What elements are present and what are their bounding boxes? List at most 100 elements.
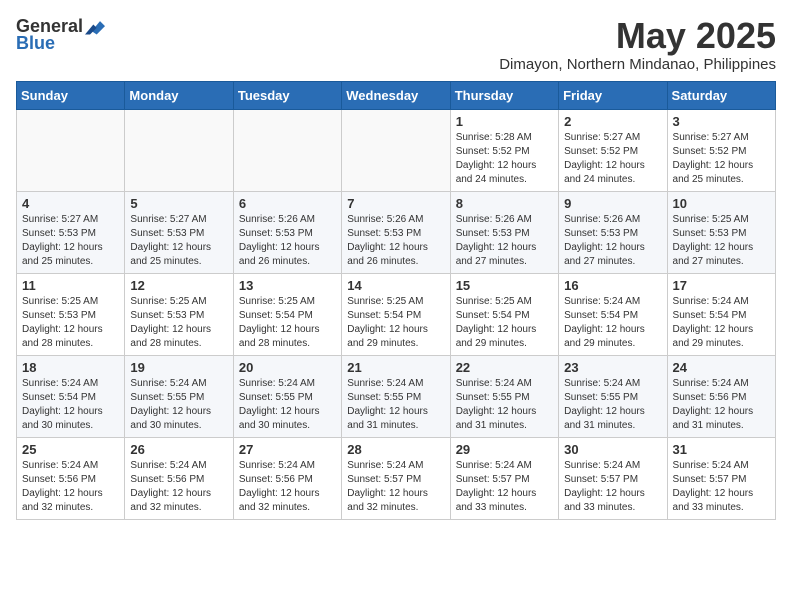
calendar-cell: 31Sunrise: 5:24 AM Sunset: 5:57 PM Dayli… — [667, 437, 775, 519]
day-number: 18 — [22, 360, 119, 375]
calendar-cell: 10Sunrise: 5:25 AM Sunset: 5:53 PM Dayli… — [667, 191, 775, 273]
day-number: 7 — [347, 196, 444, 211]
logo: General Blue — [16, 16, 105, 54]
calendar-week-row: 25 Sunrise: 5:24 AM Sunset: 5:56 PM Dayli… — [17, 437, 776, 519]
day-number: 21 — [347, 360, 444, 375]
calendar-cell — [342, 109, 450, 191]
day-info: Sunrise: 5:25 AM Sunset: 5:54 PM Dayligh… — [456, 295, 553, 351]
day-number: 12 — [130, 278, 227, 293]
calendar-day-header: Monday — [125, 81, 233, 109]
day-info: Sunrise: 5:27 AM Sunset: 5:53 PM Dayligh… — [22, 213, 119, 269]
day-info: Sunrise: 5:25 AM Sunset: 5:54 PM Dayligh… — [239, 295, 336, 351]
day-info: Sunrise: 5:24 AM Sunset: 5:56 PM Dayligh… — [673, 377, 770, 433]
calendar-cell: 16 Sunrise: 5:24 AM Sunset: 5:54 PM Dayli… — [559, 273, 667, 355]
calendar-week-row: 11 Sunrise: 5:25 AM Sunset: 5:53 PM Dayli… — [17, 273, 776, 355]
location-title: Dimayon, Northern Mindanao, Philippines — [499, 56, 776, 73]
day-info: Sunrise: 5:24 AM Sunset: 5:56 PM Dayligh… — [239, 459, 336, 515]
calendar-cell: 19 Sunrise: 5:24 AM Sunset: 5:55 PM Dayli… — [125, 355, 233, 437]
day-info: Sunrise: 5:24 AM Sunset: 5:54 PM Dayligh… — [564, 295, 661, 351]
day-info: Sunrise: 5:24 AM Sunset: 5:55 PM Dayligh… — [130, 377, 227, 433]
day-number: 29 — [456, 442, 553, 457]
calendar-cell — [233, 109, 341, 191]
day-info: Sunrise: 5:24 AM Sunset: 5:55 PM Dayligh… — [239, 377, 336, 433]
day-number: 1 — [456, 114, 553, 129]
day-info: Sunrise: 5:24 AM Sunset: 5:54 PM Dayligh… — [22, 377, 119, 433]
day-info: Sunrise: 5:25 AM Sunset: 5:53 PM Dayligh… — [673, 213, 770, 269]
calendar-cell: 23 Sunrise: 5:24 AM Sunset: 5:55 PM Dayli… — [559, 355, 667, 437]
page-header: General Blue May 2025 Dimayon, Northern … — [16, 16, 776, 73]
day-info: Sunrise: 5:27 AM Sunset: 5:52 PM Dayligh… — [564, 131, 661, 187]
day-info: Sunrise: 5:24 AM Sunset: 5:55 PM Dayligh… — [564, 377, 661, 433]
calendar-cell: 11 Sunrise: 5:25 AM Sunset: 5:53 PM Dayli… — [17, 273, 125, 355]
calendar-cell: 9Sunrise: 5:26 AM Sunset: 5:53 PM Daylig… — [559, 191, 667, 273]
day-number: 6 — [239, 196, 336, 211]
day-number: 19 — [130, 360, 227, 375]
day-info: Sunrise: 5:24 AM Sunset: 5:54 PM Dayligh… — [673, 295, 770, 351]
day-info: Sunrise: 5:26 AM Sunset: 5:53 PM Dayligh… — [347, 213, 444, 269]
calendar-table: SundayMondayTuesdayWednesdayThursdayFrid… — [16, 81, 776, 520]
calendar-week-row: 4 Sunrise: 5:27 AM Sunset: 5:53 PM Daylig… — [17, 191, 776, 273]
calendar-cell: 7 Sunrise: 5:26 AM Sunset: 5:53 PM Daylig… — [342, 191, 450, 273]
title-section: May 2025 Dimayon, Northern Mindanao, Phi… — [499, 16, 776, 73]
calendar-cell: 30 Sunrise: 5:24 AM Sunset: 5:57 PM Dayli… — [559, 437, 667, 519]
day-number: 2 — [564, 114, 661, 129]
day-number: 23 — [564, 360, 661, 375]
calendar-cell: 21Sunrise: 5:24 AM Sunset: 5:55 PM Dayli… — [342, 355, 450, 437]
day-number: 26 — [130, 442, 227, 457]
day-info: Sunrise: 5:24 AM Sunset: 5:57 PM Dayligh… — [456, 459, 553, 515]
calendar-cell: 27 Sunrise: 5:24 AM Sunset: 5:56 PM Dayli… — [233, 437, 341, 519]
day-number: 27 — [239, 442, 336, 457]
day-number: 8 — [456, 196, 553, 211]
calendar-cell: 18 Sunrise: 5:24 AM Sunset: 5:54 PM Dayli… — [17, 355, 125, 437]
day-number: 24 — [673, 360, 770, 375]
calendar-cell: 12 Sunrise: 5:25 AM Sunset: 5:53 PM Dayli… — [125, 273, 233, 355]
day-info: Sunrise: 5:26 AM Sunset: 5:53 PM Dayligh… — [456, 213, 553, 269]
day-info: Sunrise: 5:28 AM Sunset: 5:52 PM Dayligh… — [456, 131, 553, 187]
day-number: 17 — [673, 278, 770, 293]
logo-icon — [85, 17, 105, 37]
calendar-cell: 22 Sunrise: 5:24 AM Sunset: 5:55 PM Dayli… — [450, 355, 558, 437]
calendar-day-header: Tuesday — [233, 81, 341, 109]
day-info: Sunrise: 5:26 AM Sunset: 5:53 PM Dayligh… — [564, 213, 661, 269]
calendar-cell: 5Sunrise: 5:27 AM Sunset: 5:53 PM Daylig… — [125, 191, 233, 273]
calendar-cell: 1 Sunrise: 5:28 AM Sunset: 5:52 PM Daylig… — [450, 109, 558, 191]
calendar-cell: 8 Sunrise: 5:26 AM Sunset: 5:53 PM Daylig… — [450, 191, 558, 273]
calendar-cell: 6Sunrise: 5:26 AM Sunset: 5:53 PM Daylig… — [233, 191, 341, 273]
calendar-week-row: 18 Sunrise: 5:24 AM Sunset: 5:54 PM Dayli… — [17, 355, 776, 437]
calendar-header-row: SundayMondayTuesdayWednesdayThursdayFrid… — [17, 81, 776, 109]
calendar-cell: 28 Sunrise: 5:24 AM Sunset: 5:57 PM Dayli… — [342, 437, 450, 519]
calendar-day-header: Sunday — [17, 81, 125, 109]
day-number: 25 — [22, 442, 119, 457]
day-number: 30 — [564, 442, 661, 457]
calendar-cell: 3Sunrise: 5:27 AM Sunset: 5:52 PM Daylig… — [667, 109, 775, 191]
day-info: Sunrise: 5:25 AM Sunset: 5:54 PM Dayligh… — [347, 295, 444, 351]
day-number: 4 — [22, 196, 119, 211]
day-number: 22 — [456, 360, 553, 375]
day-number: 28 — [347, 442, 444, 457]
day-info: Sunrise: 5:24 AM Sunset: 5:56 PM Dayligh… — [130, 459, 227, 515]
calendar-week-row: 1 Sunrise: 5:28 AM Sunset: 5:52 PM Daylig… — [17, 109, 776, 191]
day-info: Sunrise: 5:25 AM Sunset: 5:53 PM Dayligh… — [130, 295, 227, 351]
day-number: 16 — [564, 278, 661, 293]
calendar-cell: 15Sunrise: 5:25 AM Sunset: 5:54 PM Dayli… — [450, 273, 558, 355]
day-info: Sunrise: 5:24 AM Sunset: 5:57 PM Dayligh… — [564, 459, 661, 515]
calendar-cell — [17, 109, 125, 191]
day-number: 31 — [673, 442, 770, 457]
day-number: 20 — [239, 360, 336, 375]
day-info: Sunrise: 5:24 AM Sunset: 5:55 PM Dayligh… — [456, 377, 553, 433]
day-info: Sunrise: 5:25 AM Sunset: 5:53 PM Dayligh… — [22, 295, 119, 351]
calendar-day-header: Friday — [559, 81, 667, 109]
calendar-day-header: Saturday — [667, 81, 775, 109]
calendar-cell: 29 Sunrise: 5:24 AM Sunset: 5:57 PM Dayli… — [450, 437, 558, 519]
calendar-cell: 25Sunrise: 5:24 AM Sunset: 5:56 PM Dayli… — [17, 437, 125, 519]
calendar-cell: 20 Sunrise: 5:24 AM Sunset: 5:55 PM Dayli… — [233, 355, 341, 437]
logo-blue-text: Blue — [16, 33, 55, 54]
day-number: 11 — [22, 278, 119, 293]
calendar-cell: 4 Sunrise: 5:27 AM Sunset: 5:53 PM Daylig… — [17, 191, 125, 273]
day-info: Sunrise: 5:24 AM Sunset: 5:57 PM Dayligh… — [347, 459, 444, 515]
calendar-day-header: Wednesday — [342, 81, 450, 109]
calendar-day-header: Thursday — [450, 81, 558, 109]
calendar-cell: 24 Sunrise: 5:24 AM Sunset: 5:56 PM Dayli… — [667, 355, 775, 437]
month-title: May 2025 — [499, 16, 776, 56]
day-number: 3 — [673, 114, 770, 129]
